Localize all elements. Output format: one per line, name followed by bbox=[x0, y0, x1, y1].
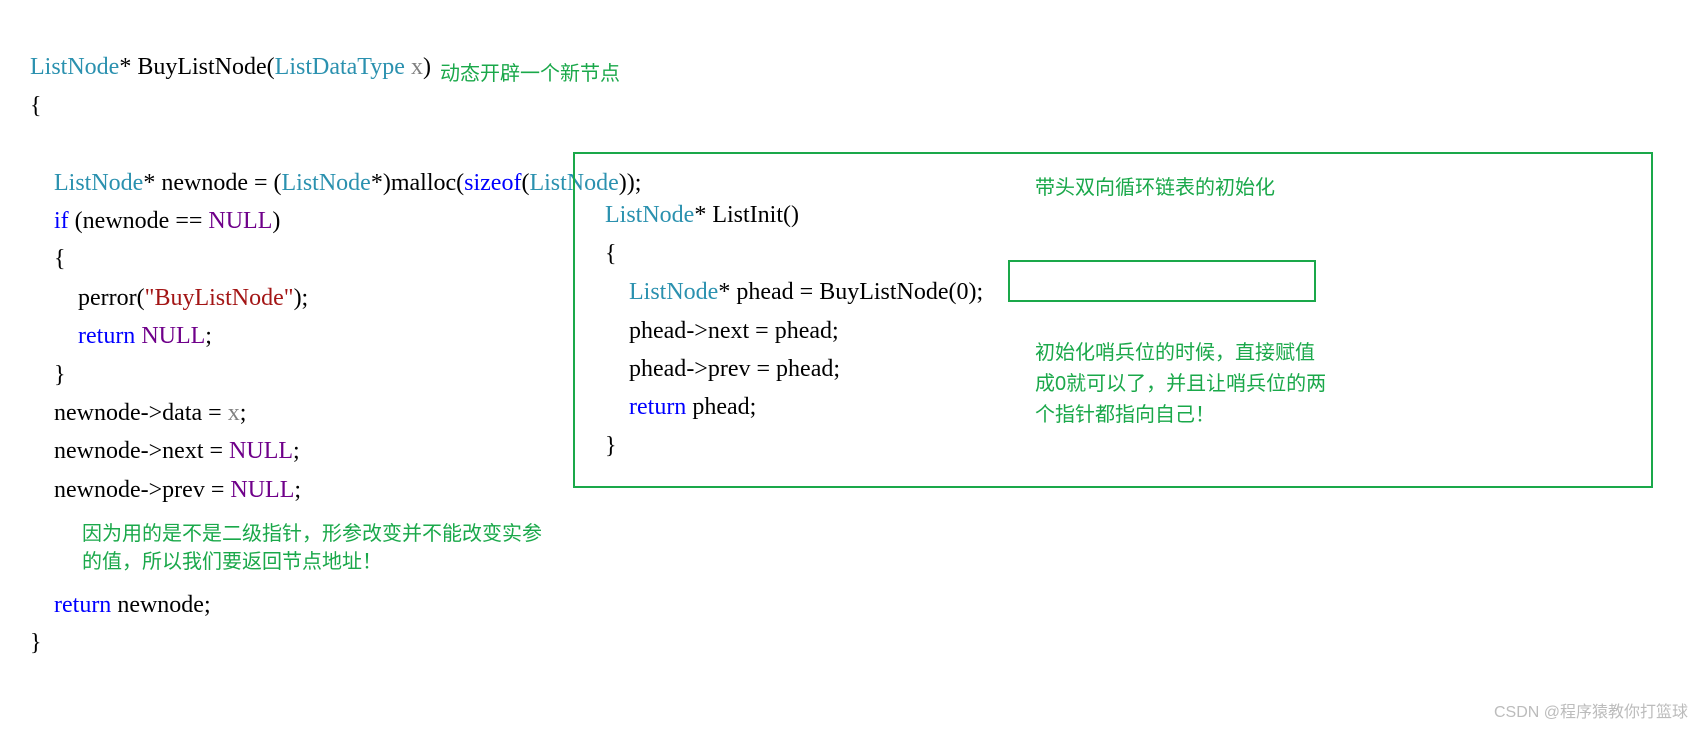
var-name: newnode bbox=[54, 477, 141, 503]
param-name: x bbox=[411, 54, 423, 80]
var-name: phead bbox=[629, 356, 686, 382]
annotation-line: 初始化哨兵位的时候，直接赋值 bbox=[1035, 342, 1315, 364]
var-name: newnode bbox=[117, 592, 204, 618]
if-kw: if bbox=[54, 208, 69, 234]
type-token: ListNode bbox=[629, 279, 718, 305]
annotation-line: 的值，所以我们要返回节点地址！ bbox=[82, 551, 382, 573]
var-name: phead bbox=[692, 394, 749, 420]
type-token: ListNode bbox=[30, 54, 119, 80]
highlight-buylistnode-call bbox=[1008, 260, 1316, 302]
fn-call: malloc bbox=[391, 170, 456, 196]
var-name: phead bbox=[629, 318, 686, 344]
type-token: ListNode bbox=[282, 170, 371, 196]
fn-name: ListInit bbox=[712, 202, 783, 228]
annotation-listinit-title: 带头双向循环链表的初始化 bbox=[1035, 172, 1275, 204]
var-name: newnode bbox=[83, 208, 170, 234]
null-macro: NULL bbox=[141, 323, 205, 349]
sizeof-kw: sizeof bbox=[464, 170, 521, 196]
fn-call: perror bbox=[78, 285, 137, 311]
param-name: x bbox=[228, 400, 240, 426]
member-name: prev bbox=[708, 356, 751, 382]
type-token: ListDataType bbox=[275, 54, 405, 80]
null-macro: NULL bbox=[230, 477, 294, 503]
var-name: newnode bbox=[161, 170, 248, 196]
type-token: ListNode bbox=[605, 202, 694, 228]
annotation-line: 个指针都指向自己！ bbox=[1035, 404, 1215, 426]
member-name: prev bbox=[162, 477, 205, 503]
annotation-return-reason: 因为用的是不是二级指针，形参改变并不能改变实参 的值，所以我们要返回节点地址！ bbox=[82, 520, 582, 576]
fn-call: BuyListNode bbox=[819, 279, 948, 305]
null-macro: NULL bbox=[229, 438, 293, 464]
number-literal: 0 bbox=[957, 279, 969, 305]
var-name: newnode bbox=[54, 438, 141, 464]
type-token: ListNode bbox=[54, 170, 143, 196]
null-macro: NULL bbox=[208, 208, 272, 234]
var-name: phead bbox=[775, 318, 832, 344]
return-kw: return bbox=[54, 592, 111, 618]
code-block-right: ListNode* ListInit() { ListNode* phead =… bbox=[605, 158, 983, 465]
var-name: phead bbox=[736, 279, 793, 305]
var-name: newnode bbox=[54, 400, 141, 426]
member-name: next bbox=[708, 318, 749, 344]
member-name: data bbox=[162, 400, 202, 426]
annotation-alloc: 动态开辟一个新节点 bbox=[440, 58, 620, 90]
return-kw: return bbox=[629, 394, 686, 420]
return-kw: return bbox=[78, 323, 135, 349]
annotation-sentinel-explain: 初始化哨兵位的时候，直接赋值 成0就可以了，并且让哨兵位的两 个指针都指向自己！ bbox=[1035, 338, 1355, 431]
annotation-line: 成0就可以了，并且让哨兵位的两 bbox=[1035, 373, 1326, 395]
var-name: phead bbox=[776, 356, 833, 382]
member-name: next bbox=[162, 438, 203, 464]
annotation-line: 因为用的是不是二级指针，形参改变并不能改变实参 bbox=[82, 523, 542, 545]
string-literal: "BuyListNode" bbox=[145, 285, 294, 311]
watermark: CSDN @程序猿教你打篮球 bbox=[1494, 700, 1688, 726]
fn-name: BuyListNode bbox=[137, 54, 266, 80]
